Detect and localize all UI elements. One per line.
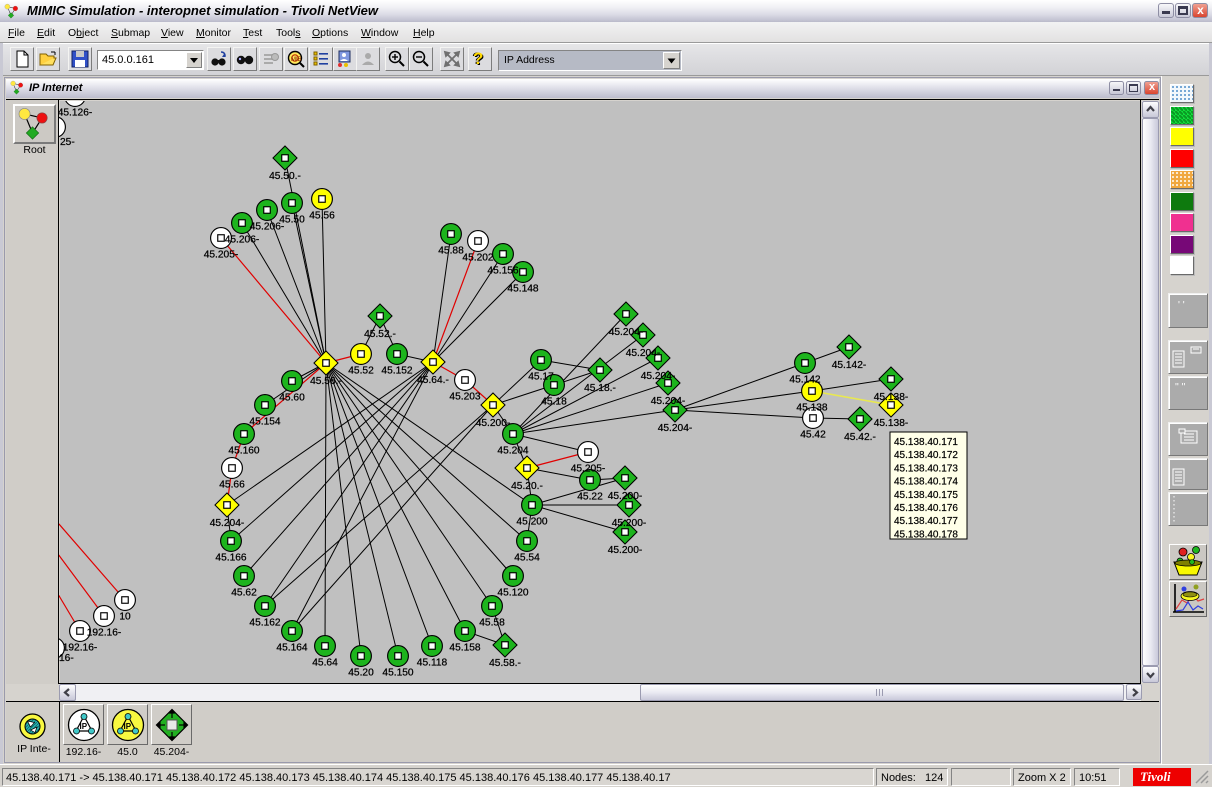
svg-text:45.205-: 45.205- [571,464,606,475]
svg-text:45.148: 45.148 [507,284,538,295]
svg-text:45.20: 45.20 [348,668,374,679]
svg-text:45.142: 45.142 [789,375,820,386]
svg-text:45.22: 45.22 [577,492,603,503]
svg-text:45.138-: 45.138- [874,392,909,403]
svg-text:45.138.40.177: 45.138.40.177 [894,516,958,527]
svg-text:45.42.-: 45.42.- [844,432,876,443]
svg-text:45.88: 45.88 [438,246,464,257]
svg-text:10: 10 [119,612,131,623]
svg-text:45.54: 45.54 [514,553,540,564]
svg-text:45.204-: 45.204- [651,396,686,407]
svg-text:45.52: 45.52 [348,366,374,377]
svg-text:MIB: MIB [291,57,302,63]
svg-text:45.138.40.176: 45.138.40.176 [894,503,958,514]
svg-text:45.162: 45.162 [249,618,280,629]
svg-text:45.42: 45.42 [800,430,826,441]
svg-text:45.204-: 45.204- [626,348,661,359]
svg-text:45.200: 45.200 [516,517,547,528]
svg-text:45.126-: 45.126- [59,108,92,119]
svg-text:45.142-: 45.142- [832,360,867,371]
svg-text:45.204: 45.204 [497,446,528,457]
svg-text:45.64.-: 45.64.- [417,375,449,386]
svg-text:45.18.-: 45.18.- [584,383,616,394]
svg-text:25-: 25- [60,137,75,148]
svg-text:45.206-: 45.206- [225,235,260,246]
svg-text:45.66: 45.66 [219,480,245,491]
svg-text:45.58: 45.58 [479,618,505,629]
svg-text:45.200-: 45.200- [612,518,647,529]
svg-text:45.138: 45.138 [796,403,827,414]
svg-text:45.166: 45.166 [215,553,246,564]
svg-text:45.154: 45.154 [249,417,280,428]
svg-text:45.138.40.172: 45.138.40.172 [894,450,958,461]
svg-text:' ': ' ' [1178,300,1185,311]
svg-text:192.16-: 192.16- [87,628,122,639]
svg-text:45.164: 45.164 [276,643,307,654]
svg-text:45.204-: 45.204- [609,327,644,338]
svg-text:192.16-: 192.16- [63,643,98,654]
svg-text:16-: 16- [59,653,74,664]
svg-text:45.138.40.173: 45.138.40.173 [894,463,958,474]
svg-text:'' '': '' '' [1175,382,1186,393]
svg-text:45.64: 45.64 [312,658,338,669]
svg-text:45.62: 45.62 [231,588,257,599]
svg-text:45.152: 45.152 [381,366,412,377]
svg-text:45.60: 45.60 [279,393,305,404]
svg-text:45.156: 45.156 [487,266,518,277]
svg-text:45.138-: 45.138- [874,418,909,429]
svg-text:45.58.-: 45.58.- [489,658,521,669]
svg-text:45.203: 45.203 [449,392,480,403]
svg-text:45.200-: 45.200- [608,491,643,502]
svg-text:45.138.40.174: 45.138.40.174 [894,477,958,488]
svg-text:45.20.-: 45.20.- [511,481,543,492]
svg-text:45.138.40.175: 45.138.40.175 [894,490,958,501]
svg-text:IP: IP [123,722,131,731]
svg-text:45.202: 45.202 [462,253,493,264]
svg-text:45.120: 45.120 [497,588,528,599]
svg-text:45.17: 45.17 [528,372,554,383]
svg-text:45.56.-: 45.56.- [310,376,342,387]
svg-text:45.200-: 45.200- [476,418,511,429]
svg-text:45.56: 45.56 [309,211,335,222]
svg-text:45.138.40.178: 45.138.40.178 [894,529,958,540]
svg-text:45.204-: 45.204- [658,423,693,434]
svg-text:45.50.-: 45.50.- [269,171,301,182]
svg-text:45.204-: 45.204- [210,518,245,529]
svg-text:45.204-: 45.204- [641,371,676,382]
svg-text:45.118: 45.118 [417,658,448,669]
svg-text:45.138.40.171: 45.138.40.171 [894,437,958,448]
svg-text:45.200-: 45.200- [608,545,643,556]
svg-text:45.18: 45.18 [541,397,567,408]
svg-text:45.50: 45.50 [279,215,305,226]
svg-text:45.158: 45.158 [449,643,480,654]
svg-text:45.205-: 45.205- [204,250,239,261]
svg-text:IP: IP [79,722,87,731]
svg-text:45.150: 45.150 [382,668,413,679]
svg-text:45.160: 45.160 [228,446,259,457]
svg-text:45.52.-: 45.52.- [364,329,396,340]
